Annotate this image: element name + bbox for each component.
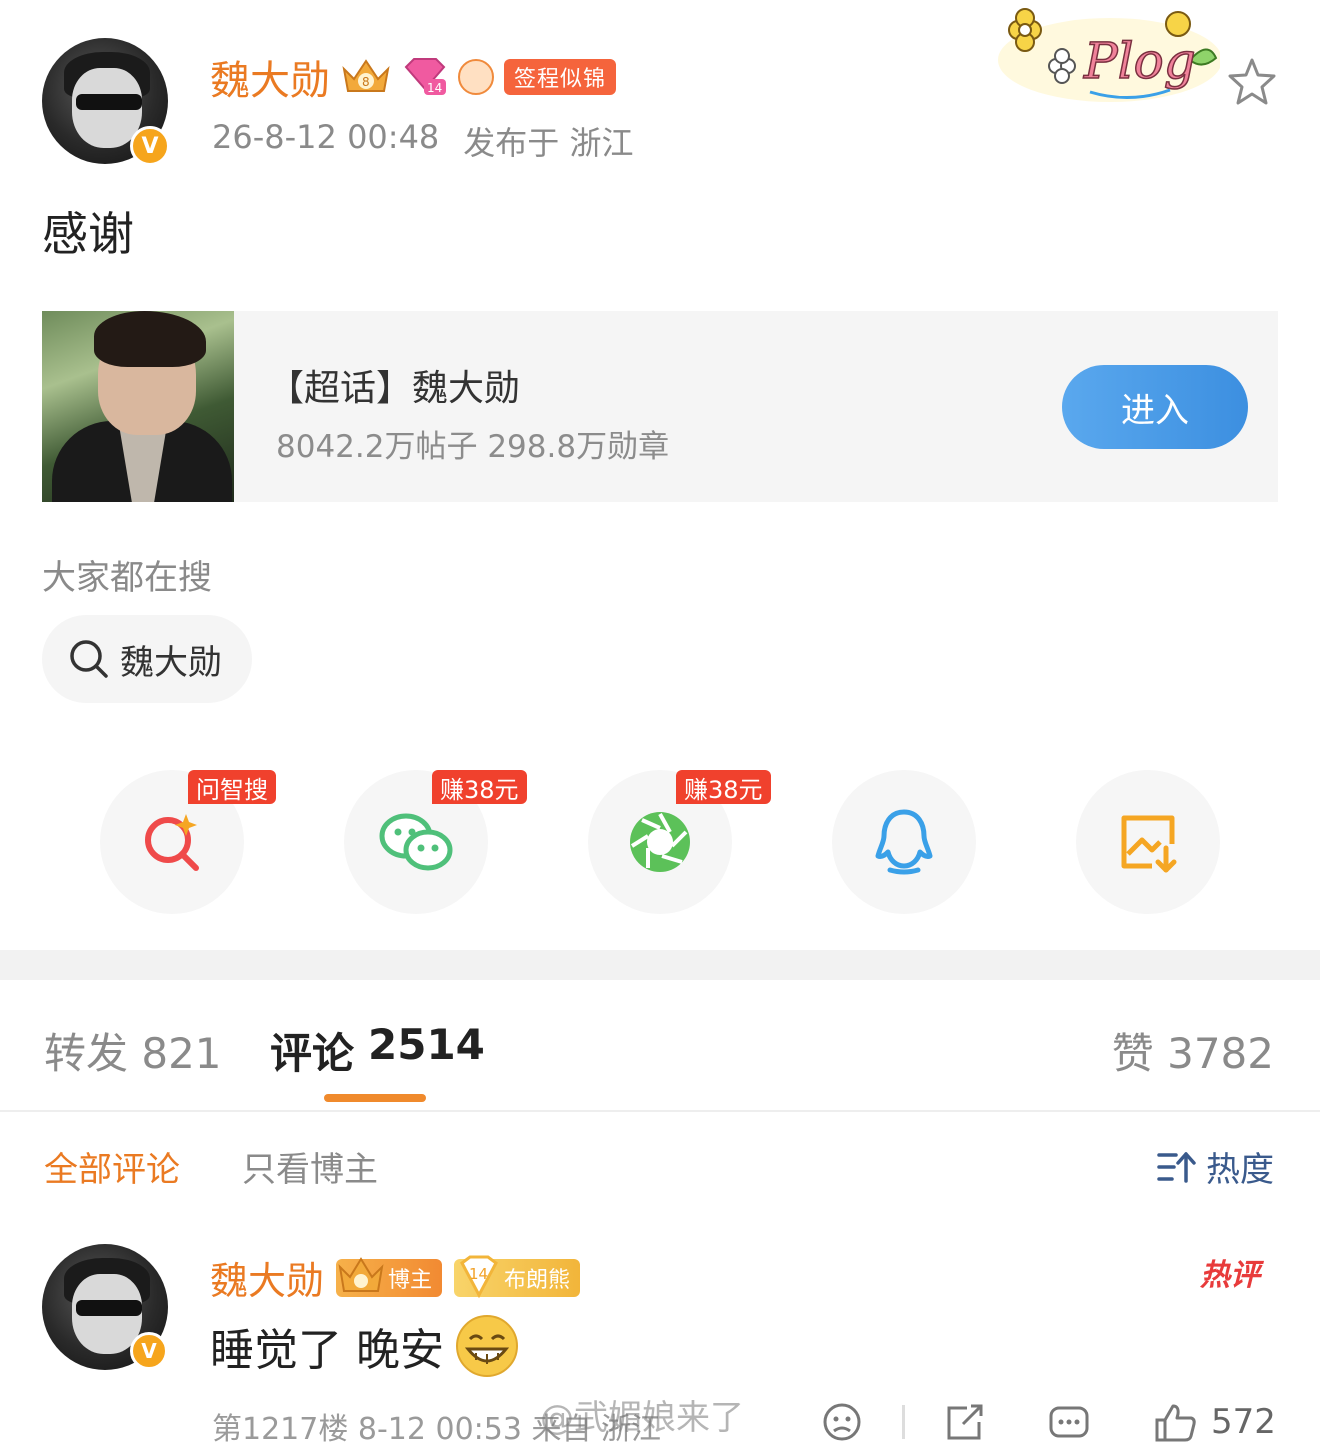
- comment-text-row: 睡觉了 晚安: [210, 1314, 518, 1378]
- flower-sticker-icon: Plog: [998, 8, 1222, 102]
- author-row: 魏大勋 8 14 签程似锦: [210, 48, 617, 106]
- share-tag-ai: 问智搜: [188, 770, 276, 804]
- reply-comment-icon[interactable]: [1047, 1402, 1091, 1442]
- plog-sticker: Plog: [990, 0, 1222, 110]
- crown-icon: [338, 1256, 384, 1292]
- wechat-icon: [379, 813, 453, 871]
- save-image-button[interactable]: [1076, 770, 1220, 914]
- super-topic-card[interactable]: 【超话】魏大勋 8042.2万帖子 298.8万勋章 进入: [42, 311, 1278, 502]
- sort-icon: [1157, 1151, 1196, 1183]
- moments-icon: [630, 812, 690, 872]
- share-tag-wechat: 赚38元: [432, 770, 527, 804]
- author-role-text: 博主: [388, 1267, 433, 1293]
- post-location: 发布于 浙江: [463, 124, 634, 162]
- sort-button[interactable]: 热度: [1156, 1142, 1274, 1191]
- watermark-text: @武媚娘来了: [540, 1398, 744, 1438]
- commenter-name[interactable]: 魏大勋: [210, 1250, 324, 1305]
- tab-divider: [0, 1110, 1320, 1112]
- qq-icon: [875, 809, 933, 875]
- action-separator: [902, 1405, 905, 1439]
- search-chip[interactable]: 魏大勋: [42, 615, 252, 703]
- dislike-face-icon[interactable]: [820, 1402, 864, 1442]
- share-qq-button[interactable]: [832, 770, 976, 914]
- post-text: 感谢: [42, 207, 134, 261]
- cartoon-badge-icon: [458, 59, 494, 95]
- filter-all-comments[interactable]: 全部评论: [44, 1142, 180, 1191]
- section-divider: [0, 950, 1320, 980]
- comment-actions: 572: [820, 1402, 1276, 1442]
- like-comment-button[interactable]: 572: [1153, 1402, 1276, 1442]
- active-tab-indicator: [324, 1094, 426, 1102]
- ai-search-icon: [145, 814, 199, 871]
- tab-comments-label: 评论: [270, 1029, 355, 1078]
- topic-cover-image: [42, 311, 234, 502]
- verified-icon: V: [130, 126, 170, 166]
- enter-topic-button[interactable]: 进入: [1062, 365, 1248, 449]
- grin-emoji-icon: [456, 1315, 518, 1377]
- plog-label: Plog: [1083, 32, 1196, 90]
- share-comment-icon[interactable]: [943, 1402, 987, 1442]
- comment-like-count: 572: [1211, 1402, 1276, 1442]
- fan-badge-text: 布朗熊: [504, 1267, 571, 1293]
- commenter-verified-icon: V: [130, 1332, 168, 1370]
- svg-text:14: 14: [469, 1265, 488, 1283]
- tab-repost[interactable]: 转发 821: [44, 1020, 222, 1081]
- post-meta: 26-8-12 00:48 发布于 浙江: [212, 118, 633, 164]
- topic-stats: 8042.2万帖子 298.8万勋章: [276, 429, 670, 465]
- svg-text:8: 8: [362, 75, 370, 89]
- thumbs-up-icon: [1155, 1404, 1196, 1442]
- tab-likes[interactable]: 赞 3782: [1112, 1020, 1274, 1081]
- search-icon: [70, 640, 108, 678]
- share-tag-moments: 赚38元: [676, 770, 771, 804]
- topic-title: 【超话】魏大勋: [268, 368, 521, 409]
- trending-search-label: 大家都在搜: [42, 558, 212, 598]
- commenter-row: 魏大勋 博主 14 布朗熊: [210, 1250, 581, 1305]
- author-title-badge: 签程似锦: [504, 59, 617, 95]
- filter-author-only[interactable]: 只看博主: [242, 1142, 378, 1191]
- author-name[interactable]: 魏大勋: [210, 48, 330, 106]
- diamond-level-icon: 14: [404, 58, 446, 95]
- comment-text: 睡觉了 晚安: [210, 1325, 444, 1376]
- svg-text:14: 14: [427, 81, 442, 95]
- post-time: 26-8-12 00:48: [212, 118, 440, 156]
- fan-level-icon: 14: [460, 1255, 498, 1298]
- author-role-badge: 博主: [336, 1256, 443, 1297]
- tab-comments[interactable]: 评论 2514: [270, 1020, 485, 1081]
- sort-label: 热度: [1206, 1150, 1274, 1190]
- favorite-star-icon[interactable]: [1226, 56, 1278, 106]
- save-image-icon: [1121, 815, 1177, 873]
- crown-icon: 8: [342, 59, 390, 92]
- hot-comment-tag: 热评: [1200, 1258, 1260, 1293]
- fan-level-badge: 14 布朗熊: [454, 1255, 581, 1298]
- search-chip-text: 魏大勋: [120, 642, 222, 683]
- tab-comments-count: 2514: [368, 1020, 485, 1069]
